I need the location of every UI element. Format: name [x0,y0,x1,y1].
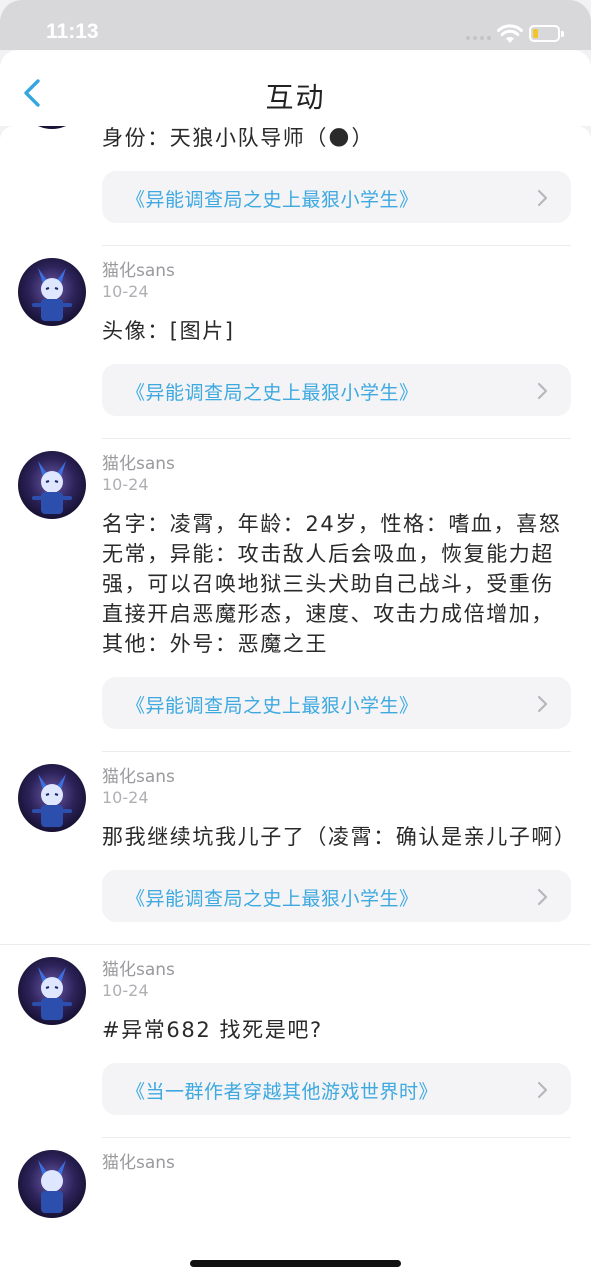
avatar[interactable] [18,258,86,326]
chevron-right-icon [537,888,548,906]
source-link-text: 《当一群作者穿越其他游戏世界时》 [126,1081,439,1103]
interaction-feed[interactable]: 身份：天狼小队导师（🌑） 《异能调查局之史上最狠小学生》 猫化sans 10-2… [0,126,591,1280]
post-date: 10-24 [102,282,149,301]
source-link[interactable]: 《异能调查局之史上最狠小学生》 [102,171,571,223]
source-link-text: 《异能调查局之史上最狠小学生》 [126,382,419,404]
wifi-icon [497,24,523,43]
source-link-text: 《异能调查局之史上最狠小学生》 [126,888,419,910]
post-date: 10-24 [102,788,149,807]
feed-item: 猫化sans 10-24 头像：[图片] 《异能调查局之史上最狠小学生》 [0,246,591,439]
chevron-right-icon [537,1081,548,1099]
post-text: 身份：天狼小队导师（🌑） [102,126,375,150]
source-link[interactable]: 《异能调查局之史上最狠小学生》 [102,364,571,416]
home-indicator[interactable] [190,1260,401,1267]
chevron-right-icon [537,189,548,207]
avatar[interactable] [18,764,86,832]
post-date: 10-24 [102,475,149,494]
source-link[interactable]: 《异能调查局之史上最狠小学生》 [102,870,571,922]
author-name[interactable]: 猫化sans [102,246,571,282]
page-title: 互动 [265,81,326,114]
author-name[interactable]: 猫化sans [102,439,571,475]
author-name[interactable]: 猫化sans [102,1138,571,1174]
feed-item: 猫化sans 10-24 那我继续坑我儿子了（凌霄：确认是亲儿子啊） 《异能调查… [0,752,591,945]
status-bar: 11:13 [0,0,591,50]
post-text: 那我继续坑我儿子了（凌霄：确认是亲儿子啊） [102,825,577,849]
battery-icon [529,25,564,42]
feed-item: 猫化sans 10-24 #异常682 找死是吧? 《当一群作者穿越其他游戏世界… [0,945,591,1138]
source-link-text: 《异能调查局之史上最狠小学生》 [126,189,419,211]
nav-header: 互动 [0,50,591,126]
avatar[interactable] [18,126,86,129]
avatar[interactable] [18,451,86,519]
source-link-text: 《异能调查局之史上最狠小学生》 [126,695,419,717]
feed-item: 猫化sans [0,1138,591,1218]
cellular-signal-icon [466,36,491,40]
author-name[interactable]: 猫化sans [102,945,571,981]
post-text: #异常682 找死是吧? [102,1018,323,1042]
chevron-right-icon [537,382,548,400]
avatar[interactable] [18,1150,86,1218]
feed-item: 猫化sans 10-24 名字：凌霄，年龄：24岁，性格：嗜血，喜怒无常，异能：… [0,439,591,752]
chevron-right-icon [537,695,548,713]
status-time: 11:13 [46,20,99,43]
author-name[interactable]: 猫化sans [102,752,571,788]
feed-item: 身份：天狼小队导师（🌑） 《异能调查局之史上最狠小学生》 [0,126,591,246]
avatar[interactable] [18,957,86,1025]
source-link[interactable]: 《当一群作者穿越其他游戏世界时》 [102,1063,571,1115]
phone-screen: 11:13 互动 身份：天狼小队导师（🌑） 《异能调查局之史上最狠小学生》 猫化… [0,0,591,1280]
source-link[interactable]: 《异能调查局之史上最狠小学生》 [102,677,571,729]
post-text: 头像：[图片] [102,319,235,343]
post-date: 10-24 [102,981,149,1000]
post-text: 名字：凌霄，年龄：24岁，性格：嗜血，喜怒无常，异能：攻击敌人后会吸血，恢复能力… [102,512,562,656]
